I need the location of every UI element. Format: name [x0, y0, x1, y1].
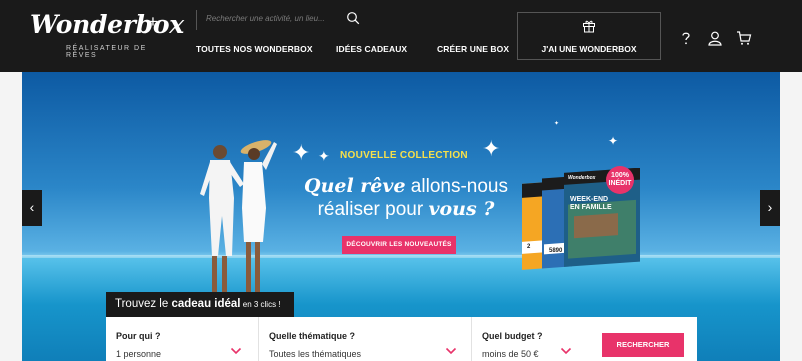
sparkle-icon: ✦: [608, 134, 619, 148]
finder-tab-text: Trouvez le: [115, 298, 172, 310]
search-placeholder: Rechercher une activité, un lieu...: [206, 14, 325, 23]
sparkle-icon: ✦: [554, 121, 560, 127]
badge-percent: 100%: [611, 172, 629, 179]
gift-icon: [583, 20, 595, 33]
nav-all-wonderbox[interactable]: TOUTES NOS WONDERBOX: [196, 44, 313, 54]
logo-plus: +: [148, 12, 158, 31]
logo-wordmark: Wonderbox: [30, 10, 184, 39]
help-icon[interactable]: [678, 30, 694, 46]
search-button[interactable]: RECHERCHER: [602, 333, 684, 357]
box-price-2: 2: [527, 244, 531, 250]
cart-icon[interactable]: [736, 30, 752, 46]
site-header: Wonderbox + RÉALISATEUR DE RÊVES Recherc…: [0, 0, 802, 72]
new-badge: 100% INÉDIT: [606, 166, 634, 194]
budget-select[interactable]: Quel budget ? moins de 50 €: [472, 317, 584, 361]
wonderbox-logo[interactable]: Wonderbox + RÉALISATEUR DE RÊVES: [30, 10, 184, 60]
sparkle-icon: ✦: [482, 136, 501, 161]
chevron-down-icon: [560, 347, 572, 355]
budget-label: Quel budget ?: [482, 331, 543, 341]
finder-tab-emphasis: cadeau idéal: [171, 298, 241, 310]
carousel-prev-button[interactable]: ‹: [22, 190, 42, 226]
finder-tab-suffix: en 3 clics !: [240, 300, 281, 309]
box-title-b: EN FAMILLE: [570, 204, 612, 211]
search-input[interactable]: Rechercher une activité, un lieu...: [196, 10, 364, 30]
recipient-label: Pour qui ?: [116, 331, 161, 341]
gift-finder: Pour qui ? 1 personne Quelle thématique …: [106, 317, 697, 361]
gift-finder-tab: Trouvez le cadeau idéal en 3 clics !: [106, 292, 294, 317]
box-title-a: WEEK-END: [570, 196, 609, 203]
badge-text: INÉDIT: [608, 180, 632, 187]
box-brand: Wonderbox: [568, 175, 596, 181]
headline-emphasis: vous ?: [428, 198, 495, 220]
recipient-select[interactable]: Pour qui ? 1 personne: [106, 317, 258, 361]
new-collection-label: NOUVELLE COLLECTION: [340, 150, 468, 161]
sparkle-icon: ✦: [318, 148, 330, 164]
nav-gift-ideas[interactable]: IDÉES CADEAUX: [336, 44, 407, 54]
box-price: 5890: [549, 248, 563, 254]
carousel-next-button[interactable]: ›: [760, 190, 780, 226]
chevron-down-icon: [230, 347, 242, 355]
logo-tagline: RÉALISATEUR DE RÊVES: [66, 45, 147, 59]
i-have-wonderbox-button[interactable]: J'AI UNE WONDERBOX: [517, 12, 661, 60]
sparkle-icon: ✦: [292, 140, 311, 165]
nav-create-box[interactable]: CRÉER UNE BOX: [437, 44, 509, 54]
budget-value: moins de 50 €: [482, 349, 539, 359]
headline-text: allons-nous: [405, 176, 508, 197]
theme-value: Toutes les thématiques: [269, 349, 362, 359]
hero-headline-line1: Quel rêve allons-nous: [296, 175, 516, 198]
headline-text: réaliser pour: [317, 199, 429, 220]
recipient-value: 1 personne: [116, 349, 162, 359]
discover-new-button[interactable]: DÉCOUVRIR LES NOUVEAUTÉS: [342, 236, 456, 254]
theme-select[interactable]: Quelle thématique ? Toutes les thématiqu…: [259, 317, 471, 361]
user-icon[interactable]: [707, 30, 723, 46]
hero-headline-line2: réaliser pour vous ?: [296, 198, 516, 221]
search-icon[interactable]: [346, 11, 360, 25]
theme-label: Quelle thématique ?: [269, 331, 356, 341]
owner-label: J'AI UNE WONDERBOX: [541, 44, 637, 54]
chevron-down-icon: [445, 347, 457, 355]
headline-emphasis: Quel rêve: [304, 175, 406, 197]
